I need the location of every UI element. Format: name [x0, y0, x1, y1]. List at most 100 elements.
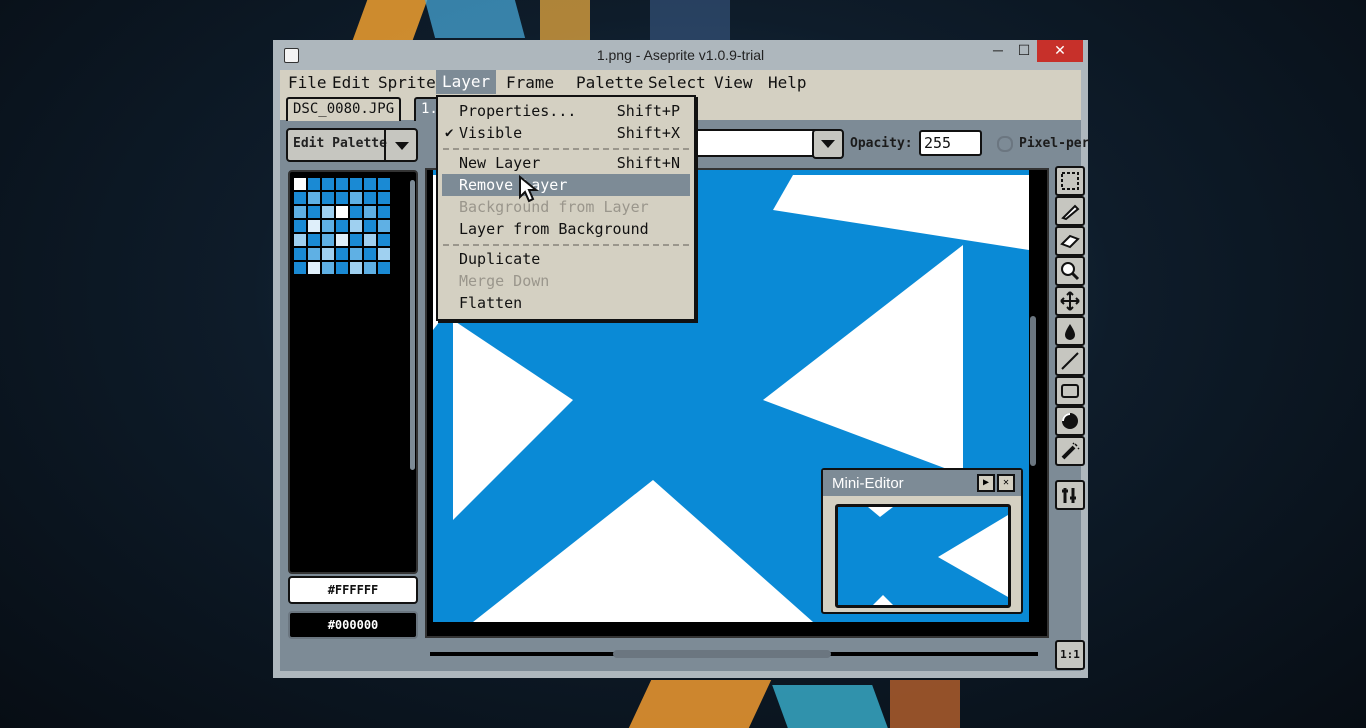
palette-options-button[interactable] [384, 130, 418, 160]
palette-swatch[interactable] [294, 262, 306, 274]
palette-swatch[interactable] [350, 178, 362, 190]
palette-swatch[interactable] [322, 234, 334, 246]
palette-swatch[interactable] [378, 178, 390, 190]
palette-swatch[interactable] [350, 262, 362, 274]
eraser-tool[interactable] [1055, 226, 1085, 256]
menu-item-new-layer[interactable]: New Layer Shift+N [442, 152, 690, 174]
palette-swatch[interactable] [364, 248, 376, 260]
palette-swatch[interactable] [308, 234, 320, 246]
palette-swatch[interactable] [336, 248, 348, 260]
menu-edit[interactable]: Edit [332, 73, 371, 92]
menu-item-duplicate[interactable]: Duplicate [442, 248, 690, 270]
palette-swatch[interactable] [322, 178, 334, 190]
mini-editor-preview[interactable] [835, 504, 1011, 608]
palette-swatch[interactable] [294, 234, 306, 246]
palette-swatch[interactable] [364, 234, 376, 246]
palette-swatch[interactable] [336, 234, 348, 246]
palette-swatch[interactable] [322, 220, 334, 232]
menu-help[interactable]: Help [768, 73, 807, 92]
palette-swatch[interactable] [308, 220, 320, 232]
menu-file[interactable]: File [288, 73, 327, 92]
menu-item-layer-from-background[interactable]: Layer from Background [442, 218, 690, 240]
menu-frame[interactable]: Frame [506, 73, 554, 92]
palette-swatch[interactable] [308, 248, 320, 260]
close-button[interactable]: ✕ [1037, 40, 1083, 62]
menu-item-visible[interactable]: ✔ Visible Shift+X [442, 122, 690, 144]
palette-swatch[interactable] [336, 206, 348, 218]
palette-swatch[interactable] [308, 178, 320, 190]
palette-swatch[interactable] [378, 234, 390, 246]
palette-swatch[interactable] [378, 220, 390, 232]
move-tool[interactable] [1055, 286, 1085, 316]
palette-swatch[interactable] [294, 206, 306, 218]
canvas-vertical-scrollbar[interactable] [1030, 316, 1036, 466]
menu-view[interactable]: View [714, 73, 753, 92]
palette-swatch[interactable] [294, 178, 306, 190]
palette-swatch[interactable] [294, 220, 306, 232]
palette-swatch[interactable] [364, 192, 376, 204]
foreground-color-button[interactable]: #FFFFFF [288, 576, 418, 604]
line-tool[interactable] [1055, 346, 1085, 376]
ellipse-tool[interactable] [1055, 406, 1085, 436]
palette-swatch[interactable] [364, 262, 376, 274]
zoom-tool[interactable] [1055, 256, 1085, 286]
ink-combobox[interactable] [696, 129, 816, 157]
menu-item-flatten[interactable]: Flatten [442, 292, 690, 314]
minimize-button[interactable]: ─ [985, 40, 1011, 62]
palette-swatch[interactable] [378, 192, 390, 204]
palette-swatch[interactable] [322, 206, 334, 218]
palette-swatch[interactable] [308, 262, 320, 274]
palette-swatch[interactable] [364, 206, 376, 218]
spray-tool[interactable] [1055, 436, 1085, 466]
mini-editor-close-button[interactable]: ✕ [997, 474, 1015, 492]
palette-swatch[interactable] [364, 220, 376, 232]
palette-swatch[interactable] [294, 192, 306, 204]
configure-tools-button[interactable] [1055, 480, 1085, 510]
palette-swatch[interactable] [378, 206, 390, 218]
mini-editor-play-button[interactable]: ▶ [977, 474, 995, 492]
window-titlebar[interactable]: 1.png - Aseprite v1.0.9-trial ─ ☐ ✕ [273, 40, 1088, 70]
menu-sprite[interactable]: Sprite [378, 73, 436, 92]
palette-swatch[interactable] [336, 220, 348, 232]
palette-swatch[interactable] [378, 262, 390, 274]
menu-item-properties[interactable]: Properties... Shift+P [442, 100, 690, 122]
zoom-reset-button[interactable]: 1:1 [1055, 640, 1085, 670]
palette-swatch[interactable] [350, 206, 362, 218]
palette-swatch[interactable] [294, 248, 306, 260]
mouse-cursor-icon [519, 175, 539, 203]
opacity-input[interactable]: 255 [919, 130, 982, 156]
maximize-button[interactable]: ☐ [1011, 40, 1037, 62]
menu-palette[interactable]: Palette [576, 73, 643, 92]
tab-dsc-0080[interactable]: DSC_0080.JPG [286, 97, 402, 121]
rectangle-tool[interactable] [1055, 376, 1085, 406]
palette-swatch[interactable] [322, 248, 334, 260]
palette-swatch[interactable] [378, 248, 390, 260]
fill-tool[interactable] [1055, 316, 1085, 346]
menu-item-background-from-layer[interactable]: Background from Layer [442, 196, 690, 218]
palette-swatch[interactable] [350, 248, 362, 260]
canvas-horizontal-scrollbar[interactable] [613, 650, 831, 658]
menu-select[interactable]: Select [648, 73, 706, 92]
background-color-button[interactable]: #000000 [288, 611, 418, 639]
palette-swatch[interactable] [336, 192, 348, 204]
palette-swatch[interactable] [308, 192, 320, 204]
palette-swatch[interactable] [364, 178, 376, 190]
menu-item-merge-down[interactable]: Merge Down [442, 270, 690, 292]
palette-swatch[interactable] [350, 234, 362, 246]
palette-swatch[interactable] [350, 220, 362, 232]
marquee-tool[interactable] [1055, 166, 1085, 196]
menu-item-remove-layer[interactable]: Remove Layer [442, 174, 690, 196]
palette-swatch[interactable] [350, 192, 362, 204]
menu-layer[interactable]: Layer [436, 70, 497, 94]
palette-swatch[interactable] [336, 262, 348, 274]
pixel-perfect-checkbox[interactable] [997, 136, 1013, 152]
bg-shard [628, 680, 772, 728]
palette-swatch[interactable] [336, 178, 348, 190]
palette-swatch[interactable] [322, 262, 334, 274]
ink-dropdown-button[interactable] [812, 129, 844, 159]
edit-palette-button[interactable]: Edit Palette [286, 128, 418, 162]
palette-swatch[interactable] [308, 206, 320, 218]
pencil-tool[interactable] [1055, 196, 1085, 226]
palette-scrollbar[interactable] [410, 180, 415, 470]
palette-swatch[interactable] [322, 192, 334, 204]
